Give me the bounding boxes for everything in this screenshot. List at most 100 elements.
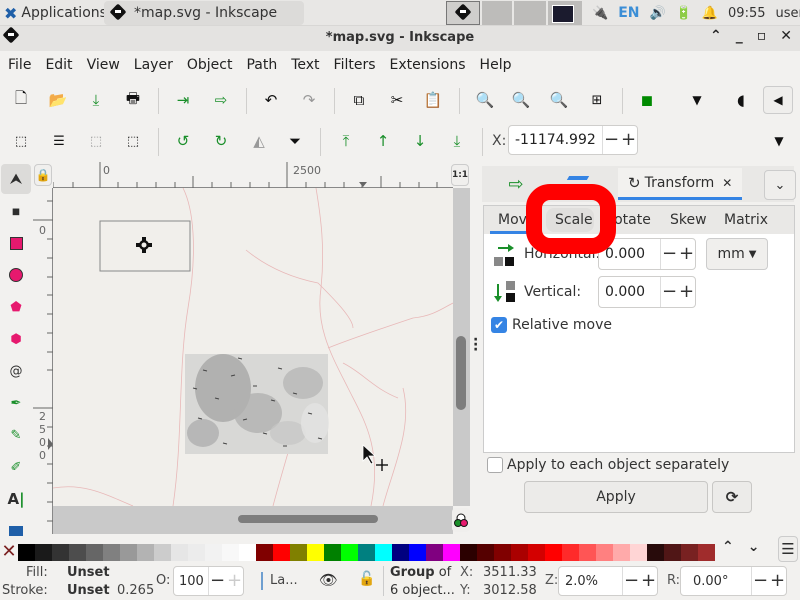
select-all-icon[interactable]: ⬚	[10, 130, 32, 152]
color-swatch[interactable]	[358, 543, 375, 561]
dock-handle[interactable]: · · ·	[473, 333, 478, 357]
x-coordinate-value[interactable]: -11174.992	[509, 132, 602, 148]
battery-icon[interactable]: 🔋	[676, 6, 692, 21]
applications-menu[interactable]: ✖ Applications	[4, 3, 107, 23]
layer-dropdown[interactable]: La...	[270, 573, 298, 588]
color-swatch[interactable]	[341, 543, 358, 561]
subtab-matrix[interactable]: Matrix	[724, 212, 768, 228]
color-swatch[interactable]	[324, 543, 341, 561]
shade-button[interactable]: ⌃	[710, 28, 722, 44]
color-swatch[interactable]	[545, 543, 562, 561]
color-swatch[interactable]	[222, 543, 239, 561]
workspace-1[interactable]	[446, 1, 480, 25]
spiral-tool[interactable]: @	[4, 358, 28, 384]
color-swatch[interactable]	[154, 543, 171, 561]
select-all-layers-icon[interactable]: ☰	[48, 130, 70, 152]
zoom-1-to-1-button[interactable]: 1:1	[451, 164, 469, 186]
color-swatch[interactable]	[698, 543, 715, 561]
export-icon[interactable]: ⇨	[210, 89, 232, 111]
zoom-selection-icon[interactable]: 🔍	[474, 89, 496, 111]
unit-dropdown[interactable]: mm ▼	[706, 238, 768, 270]
group-snap-icon[interactable]: ◖	[730, 89, 752, 111]
duplicate-icon[interactable]: ◼	[636, 89, 658, 111]
decrement-button[interactable]: −	[209, 572, 226, 590]
color-swatch[interactable]	[239, 543, 256, 561]
selector-tool[interactable]: ⮝	[1, 164, 31, 194]
decrement-button[interactable]: −	[603, 131, 620, 149]
vertical-ruler[interactable]: 0 2500	[33, 188, 53, 534]
color-swatch[interactable]	[375, 543, 392, 561]
relative-move-checkbox[interactable]: ✔	[491, 317, 507, 333]
color-swatch[interactable]	[511, 543, 528, 561]
minimize-button[interactable]: _	[736, 28, 743, 44]
color-swatch[interactable]	[562, 543, 579, 561]
ellipse-tool[interactable]	[4, 262, 28, 288]
node-tool[interactable]: ◾	[4, 198, 28, 224]
subtab-skew[interactable]: Skew	[670, 212, 707, 228]
zoom-input[interactable]: 2.0% − +	[558, 566, 658, 596]
color-swatch[interactable]	[256, 543, 273, 561]
stroke-width[interactable]: 0.265	[117, 583, 154, 598]
fill-value[interactable]: Unset	[67, 565, 110, 580]
color-swatch[interactable]	[681, 543, 698, 561]
color-swatch[interactable]	[18, 543, 35, 561]
color-swatch[interactable]	[426, 543, 443, 561]
rectangle-tool[interactable]	[4, 230, 28, 256]
rotation-input[interactable]: 0.00° − +	[680, 566, 787, 596]
color-swatch[interactable]	[443, 543, 460, 561]
zoom-value[interactable]: 2.0%	[559, 574, 622, 589]
deselect-icon[interactable]: ⬚	[85, 130, 107, 152]
increment-button[interactable]: +	[620, 131, 637, 149]
save-icon[interactable]: ⤓	[85, 89, 107, 111]
3d-box-tool[interactable]: ⬢	[4, 326, 28, 352]
menu-text[interactable]: Text	[291, 57, 328, 73]
lower-icon[interactable]: ↓	[409, 130, 431, 152]
zoom-center-page-icon[interactable]: ⊞	[586, 89, 608, 111]
horizontal-value[interactable]: 0.000	[599, 246, 660, 262]
rotate-cw-icon[interactable]: ↻	[210, 130, 232, 152]
taskbar-window-button[interactable]: *map.svg - Inkscape	[104, 1, 304, 25]
horizontal-ruler[interactable]: 0 2500	[53, 162, 453, 188]
notification-icon[interactable]: 🔔	[702, 6, 718, 21]
lower-to-bottom-icon[interactable]: ⤓	[446, 130, 468, 152]
user-menu[interactable]: user	[776, 6, 800, 21]
color-swatch[interactable]	[630, 543, 647, 561]
text-tool[interactable]: A|	[4, 486, 28, 512]
color-swatch[interactable]	[103, 543, 120, 561]
menu-object[interactable]: Object	[187, 57, 242, 73]
color-swatch[interactable]	[494, 543, 511, 561]
color-swatch[interactable]	[273, 543, 290, 561]
decrement-button[interactable]: −	[661, 245, 678, 263]
menu-edit[interactable]: Edit	[45, 57, 81, 73]
stroke-value[interactable]: Unset	[67, 583, 110, 598]
rotation-value[interactable]: 0.00°	[681, 574, 751, 589]
x-coordinate-input[interactable]: -11174.992 − +	[508, 125, 638, 155]
color-swatch[interactable]	[460, 543, 477, 561]
menu-view[interactable]: View	[87, 57, 129, 73]
horizontal-input[interactable]: 0.000 − +	[598, 238, 696, 270]
color-swatch[interactable]	[35, 543, 52, 561]
color-swatch[interactable]	[579, 543, 596, 561]
rotate-ccw-button[interactable]: −	[752, 572, 769, 590]
vertical-scrollbar-thumb[interactable]	[456, 336, 466, 410]
menu-path[interactable]: Path	[246, 57, 286, 73]
reset-button[interactable]: ⟳	[712, 481, 752, 513]
rotate-ccw-icon[interactable]: ↺	[172, 130, 194, 152]
toolbar-overflow-icon[interactable]: ▼	[768, 130, 790, 152]
zoom-page-icon[interactable]: 🔍	[548, 89, 570, 111]
overflow-dropdown-icon[interactable]: ▼	[686, 89, 708, 111]
raise-icon[interactable]: ↑	[372, 130, 394, 152]
close-tab-icon[interactable]: ✕	[722, 176, 732, 190]
color-swatch[interactable]	[52, 543, 69, 561]
decrement-button[interactable]: −	[661, 283, 678, 301]
vertical-input[interactable]: 0.000 − +	[598, 276, 696, 308]
pen-tool[interactable]: ✒	[4, 390, 28, 416]
lock-guides-button[interactable]: 🔒	[34, 164, 52, 186]
increment-button[interactable]: +	[678, 245, 695, 263]
keyboard-layout[interactable]: EN	[618, 5, 639, 21]
color-swatch[interactable]	[392, 543, 409, 561]
zoom-out-button[interactable]: −	[623, 572, 640, 590]
color-swatch[interactable]	[120, 543, 137, 561]
apply-button[interactable]: Apply	[524, 481, 708, 513]
zoom-in-button[interactable]: +	[640, 572, 657, 590]
